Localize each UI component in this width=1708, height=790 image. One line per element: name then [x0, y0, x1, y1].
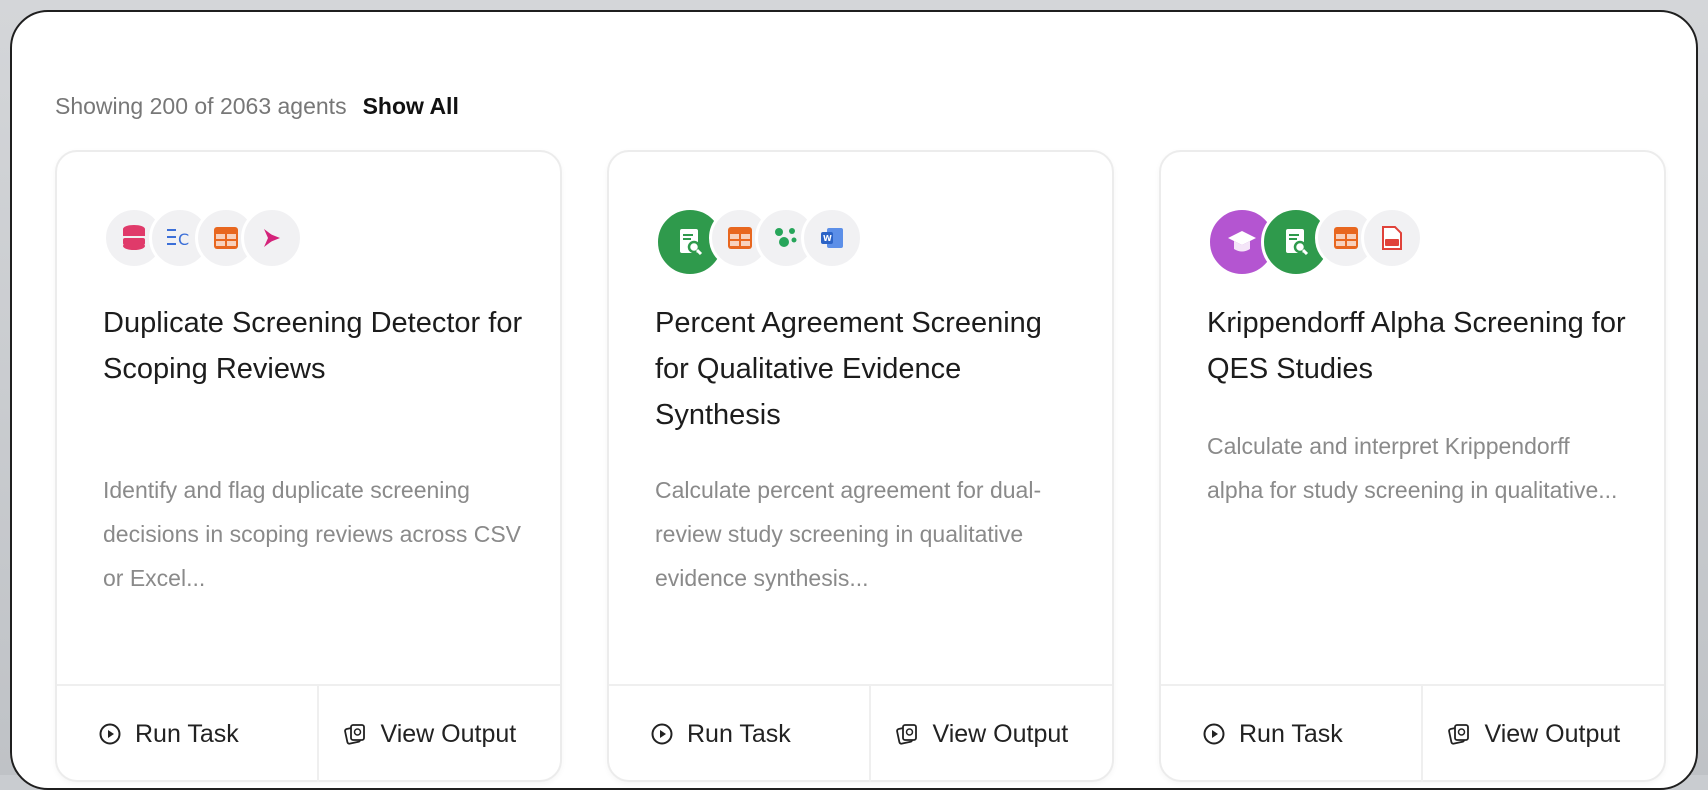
- output-stack-icon: [343, 724, 365, 745]
- card-actions: Run Task View Output: [57, 684, 560, 782]
- pdf-icon: [1361, 207, 1423, 269]
- card-actions: Run Task View Output: [1161, 684, 1664, 782]
- run-task-button[interactable]: Run Task: [1161, 686, 1423, 782]
- card-title: Duplicate Screening Detector for Scoping…: [103, 307, 523, 385]
- play-circle-icon: [1203, 723, 1225, 745]
- agent-card[interactable]: Krippendorff Alpha Screening for QES Stu…: [1159, 150, 1666, 782]
- view-output-label: View Output: [932, 719, 1069, 748]
- run-task-label: Run Task: [687, 719, 791, 748]
- run-task-label: Run Task: [135, 719, 239, 748]
- agent-card[interactable]: C Duplicate Screening Detector for Scopi…: [55, 150, 562, 782]
- view-output-button[interactable]: View Output: [319, 686, 561, 782]
- card-title: Krippendorff Alpha Screening for QES Stu…: [1207, 307, 1626, 385]
- output-stack-icon: [895, 724, 917, 745]
- play-circle-icon: [99, 723, 121, 745]
- view-output-label: View Output: [1484, 719, 1621, 748]
- svg-text:W: W: [823, 234, 832, 243]
- run-task-button[interactable]: Run Task: [609, 686, 871, 782]
- card-icons: C: [103, 207, 303, 279]
- run-task-button[interactable]: Run Task: [57, 686, 319, 782]
- show-all-button[interactable]: Show All: [363, 93, 459, 120]
- results-summary: Showing 200 of 2063 agents Show All: [55, 90, 459, 122]
- card-icons: W: [655, 207, 863, 279]
- svg-text:C: C: [178, 230, 189, 249]
- word-doc-icon: W: [801, 207, 863, 269]
- output-stack-icon: [1447, 724, 1469, 745]
- card-description: Identify and flag duplicate screening de…: [103, 477, 522, 591]
- pipeline-arrow-icon: [241, 207, 303, 269]
- card-actions: Run Task View Output: [609, 684, 1112, 782]
- agent-card[interactable]: W Percent Agreement Screening for Qualit…: [607, 150, 1114, 782]
- card-description: Calculate percent agreement for dual-rev…: [655, 477, 1042, 591]
- card-description: Calculate and interpret Krippendorff alp…: [1207, 433, 1618, 503]
- results-count: Showing 200 of 2063 agents: [55, 92, 347, 119]
- play-circle-icon: [651, 723, 673, 745]
- card-icons: [1207, 207, 1423, 279]
- run-task-label: Run Task: [1239, 719, 1343, 748]
- view-output-button[interactable]: View Output: [1423, 686, 1665, 782]
- card-title: Percent Agreement Screening for Qualitat…: [655, 307, 1042, 431]
- agents-panel: Showing 200 of 2063 agents Show All C Du…: [10, 10, 1698, 790]
- view-output-button[interactable]: View Output: [871, 686, 1113, 782]
- view-output-label: View Output: [380, 719, 517, 748]
